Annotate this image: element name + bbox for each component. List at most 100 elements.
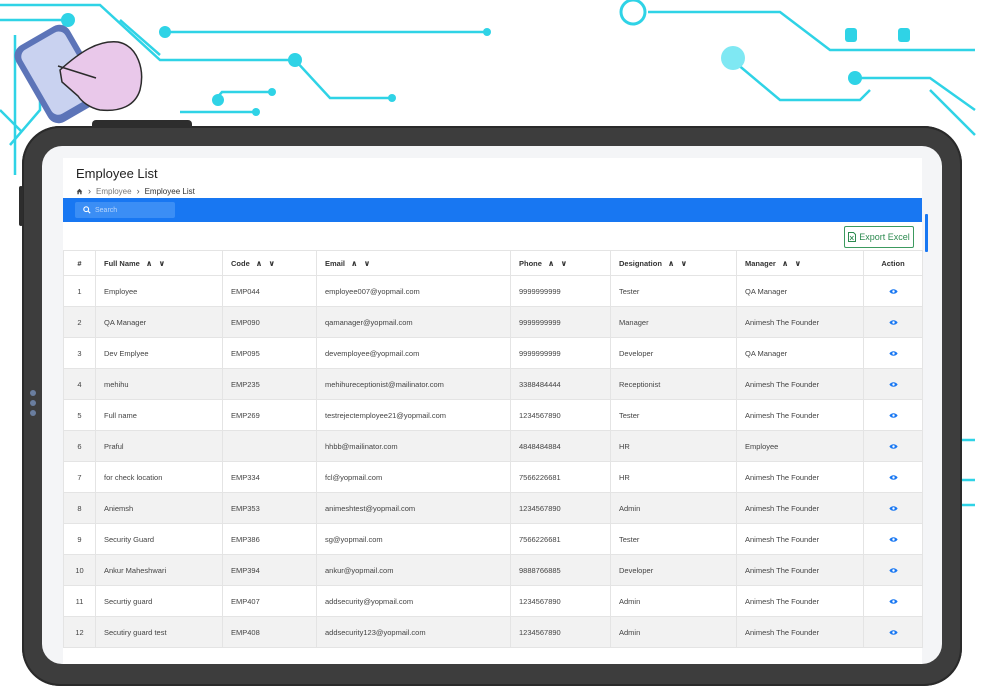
cell-phone: 1234567890: [510, 399, 611, 431]
column-header-phone[interactable]: Phone ∧ ∨: [510, 250, 611, 276]
cell-manager: QA Manager: [736, 275, 864, 307]
cell-email: animeshtest@yopmail.com: [316, 492, 511, 524]
cell-manager: Animesh The Founder: [736, 492, 864, 524]
cell-manager: Animesh The Founder: [736, 585, 864, 617]
cell-full-name: Ankur Maheshwari: [95, 554, 223, 586]
eye-icon[interactable]: [888, 319, 898, 326]
cell-email: mehihureceptionist@mailinator.com: [316, 368, 511, 400]
cell-full-name: Security Guard: [95, 523, 223, 555]
eye-icon[interactable]: [888, 505, 898, 512]
cell-number: 4: [63, 368, 96, 400]
cell-code: EMP386: [222, 523, 317, 555]
breadcrumb-parent[interactable]: Employee: [96, 187, 132, 196]
column-header-code[interactable]: Code ∧ ∨: [222, 250, 317, 276]
cell-number: 11: [63, 585, 96, 617]
export-excel-button[interactable]: Export Excel: [844, 226, 914, 248]
cell-phone: 1234567890: [510, 616, 611, 648]
cell-phone: 9999999999: [510, 337, 611, 369]
sort-icon[interactable]: ∧ ∨: [351, 259, 372, 268]
cell-phone: 7566226681: [510, 523, 611, 555]
cell-number: 1: [63, 275, 96, 307]
sort-icon[interactable]: ∧ ∨: [146, 259, 167, 268]
table-row: 7 for check location EMP334 fcl@yopmail.com…: [63, 461, 923, 493]
eye-icon[interactable]: [888, 567, 898, 574]
cell-phone: 1234567890: [510, 492, 611, 524]
employee-table: # Full Name ∧ ∨ Code ∧ ∨ Email ∧ ∨ Phone ∧ ∨…: [63, 250, 923, 648]
cell-manager: Animesh The Founder: [736, 616, 864, 648]
cell-phone: 9888766885: [510, 554, 611, 586]
cell-email: devemployee@yopmail.com: [316, 337, 511, 369]
eye-icon[interactable]: [888, 412, 898, 419]
table-row: 4 mehihu EMP235 mehihureceptionist@mailinat…: [63, 368, 923, 400]
cell-full-name: Aniemsh: [95, 492, 223, 524]
cell-code: EMP095: [222, 337, 317, 369]
cell-email: fcl@yopmail.com: [316, 461, 511, 493]
table-row: 2 QA Manager EMP090 qamanager@yopmail.com 99…: [63, 306, 923, 338]
cell-full-name: mehihu: [95, 368, 223, 400]
table-row: 12 Secutiry guard test EMP408 addsecurity12…: [63, 616, 923, 648]
cell-number: 9: [63, 523, 96, 555]
column-header-number: #: [63, 250, 96, 276]
cell-designation: HR: [610, 430, 737, 462]
cell-code: EMP407: [222, 585, 317, 617]
column-header-full-name[interactable]: Full Name ∧ ∨: [95, 250, 223, 276]
sort-icon[interactable]: ∧ ∨: [548, 259, 569, 268]
cell-manager: Animesh The Founder: [736, 306, 864, 338]
cell-action: [863, 616, 923, 648]
column-header-manager[interactable]: Manager ∧ ∨: [736, 250, 864, 276]
eye-icon[interactable]: [888, 536, 898, 543]
cell-email: addsecurity123@yopmail.com: [316, 616, 511, 648]
excel-file-icon: [848, 232, 857, 242]
cell-number: 2: [63, 306, 96, 338]
sort-icon[interactable]: ∧ ∨: [256, 259, 277, 268]
table-header-row: # Full Name ∧ ∨ Code ∧ ∨ Email ∧ ∨ Phone ∧ ∨…: [63, 250, 923, 276]
cell-designation: Admin: [610, 616, 737, 648]
home-icon[interactable]: [76, 188, 83, 195]
eye-icon[interactable]: [888, 381, 898, 388]
sort-icon[interactable]: ∧ ∨: [782, 259, 803, 268]
cell-code: [222, 430, 317, 462]
toolbar: Search: [63, 198, 922, 222]
cell-number: 10: [63, 554, 96, 586]
eye-icon[interactable]: [888, 629, 898, 636]
eye-icon[interactable]: [888, 350, 898, 357]
eye-icon[interactable]: [888, 443, 898, 450]
cell-phone: 1234567890: [510, 585, 611, 617]
cell-code: EMP394: [222, 554, 317, 586]
cell-email: ankur@yopmail.com: [316, 554, 511, 586]
cell-action: [863, 585, 923, 617]
search-icon: [83, 206, 91, 214]
column-header-email[interactable]: Email ∧ ∨: [316, 250, 511, 276]
cell-action: [863, 368, 923, 400]
tablet-notch: [92, 120, 192, 128]
eye-icon[interactable]: [888, 598, 898, 605]
table-row: 6 Praful hhbb@mailinator.com 4848484884 HR Em…: [63, 430, 923, 462]
eye-icon[interactable]: [888, 474, 898, 481]
cell-full-name: for check location: [95, 461, 223, 493]
cell-action: [863, 430, 923, 462]
tablet-side-button: [19, 186, 23, 226]
scrollbar[interactable]: [925, 214, 928, 252]
employee-list-panel: Employee List › Employee › Employee List…: [63, 158, 923, 664]
cell-code: EMP269: [222, 399, 317, 431]
breadcrumb-current: Employee List: [144, 186, 195, 196]
cell-designation: Tester: [610, 523, 737, 555]
cell-manager: Employee: [736, 430, 864, 462]
cell-full-name: QA Manager: [95, 306, 223, 338]
eye-icon[interactable]: [888, 288, 898, 295]
table-row: 1 Employee EMP044 employee007@yopmail.com 99…: [63, 275, 923, 307]
cell-code: EMP353: [222, 492, 317, 524]
sort-icon[interactable]: ∧ ∨: [668, 259, 689, 268]
cell-manager: Animesh The Founder: [736, 523, 864, 555]
table-row: 5 Full name EMP269 testrejectemployee21@yop…: [63, 399, 923, 431]
cell-number: 7: [63, 461, 96, 493]
cell-designation: Admin: [610, 492, 737, 524]
column-header-action: Action: [863, 250, 923, 276]
cell-full-name: Securtiy guard: [95, 585, 223, 617]
breadcrumb-separator: ›: [136, 186, 140, 196]
cell-full-name: Dev Emplyee: [95, 337, 223, 369]
search-input[interactable]: Search: [75, 202, 175, 218]
column-header-designation[interactable]: Designation ∧ ∨: [610, 250, 737, 276]
cell-number: 3: [63, 337, 96, 369]
cell-action: [863, 461, 923, 493]
